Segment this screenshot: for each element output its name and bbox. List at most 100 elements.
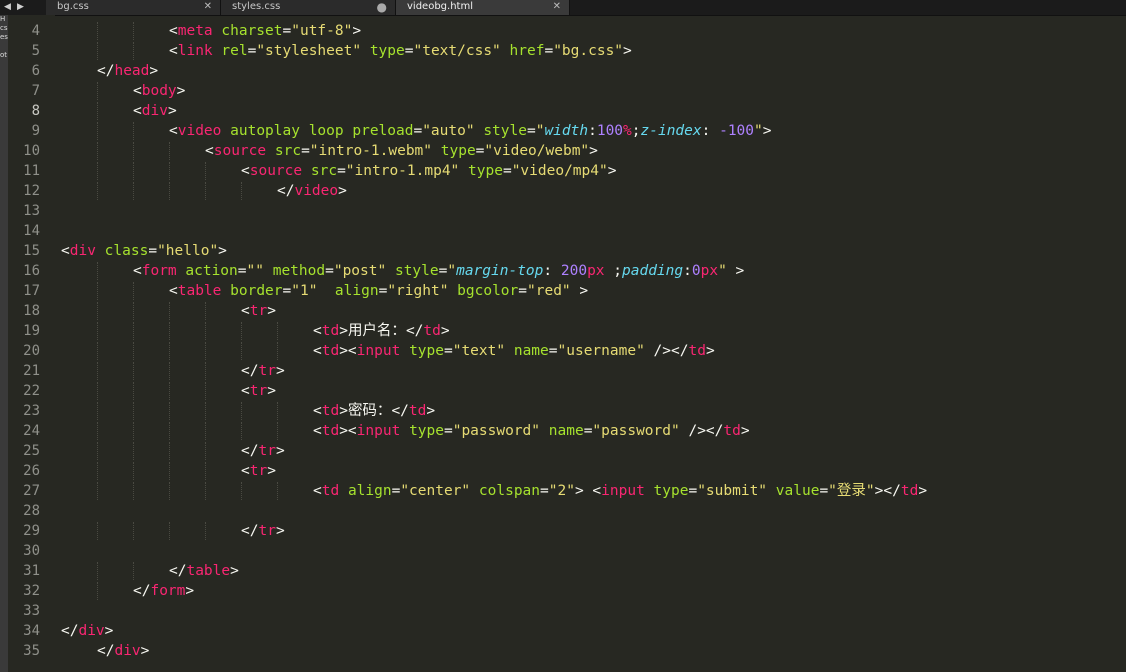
indent-guide [277, 322, 278, 340]
code-token: form [150, 583, 186, 599]
code-token: < [169, 283, 178, 299]
indent-guide [97, 462, 98, 480]
indent-guide [277, 342, 278, 360]
code-token: video [294, 183, 339, 199]
code-token: < [133, 103, 142, 119]
code-token: < [61, 243, 70, 259]
code-token: = [237, 263, 247, 279]
code-token: >< [339, 343, 357, 359]
code-token: : [701, 123, 720, 139]
line-number: 19 [23, 323, 40, 339]
code-token: form [141, 263, 177, 279]
code-line: <video autoplay loop preload="auto" styl… [169, 121, 771, 141]
code-token: > [589, 143, 598, 159]
code-token: preload [352, 123, 414, 139]
code-token: = [301, 143, 310, 159]
code-token: > [918, 483, 928, 499]
indent-guide [205, 342, 206, 360]
indent-guide [97, 122, 98, 140]
code-token: 密码： [347, 403, 392, 419]
tab-bar: ◀ ▶ bg.css ✕ styles.css ● videobg.html ✕ [0, 0, 1126, 16]
code-token: ; [631, 123, 641, 139]
code-token: ></ [874, 483, 901, 499]
indent-guide [97, 42, 98, 60]
code-token: = [282, 23, 292, 39]
code-token: px [700, 263, 719, 279]
code-token: padding [622, 263, 684, 279]
code-token: action [185, 263, 238, 279]
code-token: = [443, 343, 453, 359]
indent-guide [133, 562, 134, 580]
code-token: </ [133, 583, 151, 599]
indent-guide [133, 162, 134, 180]
tab-bg-css[interactable]: bg.css ✕ [46, 0, 221, 15]
indent-guide [205, 302, 206, 320]
code-token: = [544, 43, 554, 59]
code-token: 100 [596, 123, 624, 139]
tab-next-arrow-icon[interactable]: ▶ [17, 0, 24, 14]
code-token: > [339, 323, 348, 339]
indent-guide [97, 322, 98, 340]
indent-guide [169, 162, 170, 180]
code-token: < [241, 163, 250, 179]
tab-nav-arrows: ◀ ▶ [0, 0, 44, 15]
code-token: = [819, 483, 829, 499]
code-token: < [205, 143, 214, 159]
indent-guide [97, 402, 98, 420]
indent-guide [205, 382, 206, 400]
code-token: name [513, 343, 549, 359]
code-token: = [378, 283, 388, 299]
code-token: method [272, 263, 326, 279]
indent-guide [97, 142, 98, 160]
code-token: td [321, 343, 340, 359]
code-token: "auto" [422, 123, 475, 139]
code-token: input [356, 423, 401, 439]
code-token: "intro-1.mp4" [345, 163, 460, 179]
indent-guide [97, 162, 98, 180]
code-token: width [544, 123, 589, 139]
line-number: 6 [31, 63, 40, 79]
code-token: = [518, 283, 527, 299]
code-line: <tr> [241, 301, 276, 321]
code-token: ; [604, 263, 623, 279]
tab-styles-css[interactable]: styles.css ● [221, 0, 396, 15]
code-token: td [321, 483, 340, 499]
line-number: 12 [23, 183, 40, 199]
code-line: <tr> [241, 381, 276, 401]
unsaved-dot-icon[interactable]: ● [377, 0, 387, 14]
code-line: <div class="hello"> [61, 241, 227, 261]
indent-guide [277, 402, 278, 420]
indent-guide [169, 182, 170, 200]
code-token: > [570, 283, 589, 299]
code-token: = [413, 123, 423, 139]
line-number: 18 [23, 303, 40, 319]
code-token: "text/css" [413, 43, 501, 59]
tab-videobg-html[interactable]: videobg.html ✕ [396, 0, 570, 15]
tab-prev-arrow-icon[interactable]: ◀ [4, 0, 11, 14]
code-token: link [177, 43, 213, 59]
code-token: > [705, 343, 715, 359]
code-line: <source src="intro-1.webm" type="video/w… [205, 141, 598, 161]
code-token: tr [249, 383, 268, 399]
close-tab-icon[interactable]: ✕ [553, 0, 561, 14]
code-token: meta [177, 23, 213, 39]
code-token: = [526, 123, 536, 139]
code-token: src [274, 143, 302, 159]
code-line: <td>密码：</td> [313, 401, 435, 421]
sidebar-fragment-text: H [0, 15, 6, 23]
code-line: </tr> [241, 441, 285, 461]
code-token: td [321, 403, 340, 419]
code-token: div [78, 623, 105, 639]
line-number: 22 [23, 383, 40, 399]
code-line: <tr> [241, 461, 276, 481]
code-token: </ [241, 443, 259, 459]
close-tab-icon[interactable]: ✕ [204, 0, 212, 14]
code-token: < [133, 263, 142, 279]
